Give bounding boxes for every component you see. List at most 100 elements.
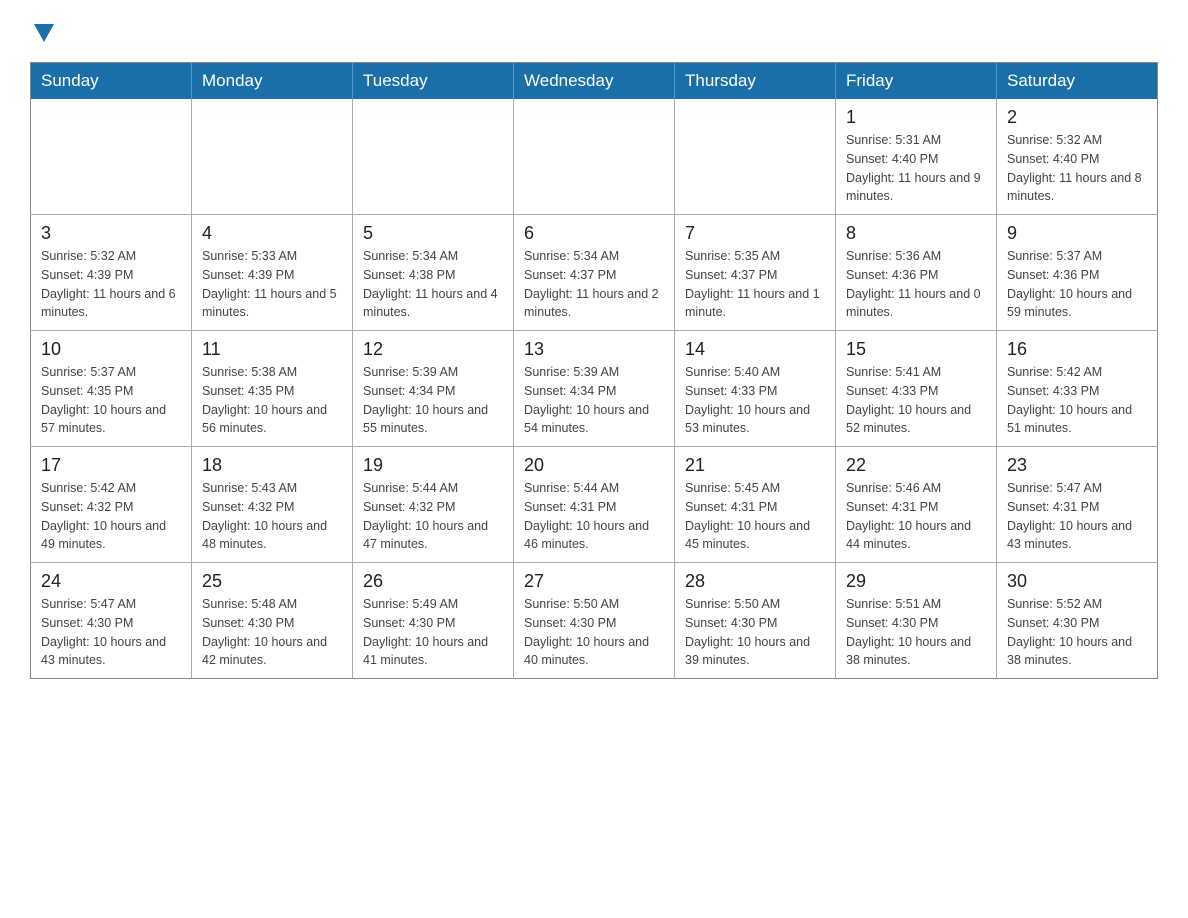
day-info: Sunrise: 5:33 AMSunset: 4:39 PMDaylight:…: [202, 247, 342, 322]
logo: [30, 20, 54, 42]
day-info: Sunrise: 5:41 AMSunset: 4:33 PMDaylight:…: [846, 363, 986, 438]
day-number: 9: [1007, 223, 1147, 244]
day-number: 5: [363, 223, 503, 244]
weekday-header-wednesday: Wednesday: [514, 63, 675, 100]
calendar-cell: 8 Sunrise: 5:36 AMSunset: 4:36 PMDaylight…: [836, 215, 997, 331]
day-info: Sunrise: 5:49 AMSunset: 4:30 PMDaylight:…: [363, 595, 503, 670]
day-info: Sunrise: 5:42 AMSunset: 4:32 PMDaylight:…: [41, 479, 181, 554]
calendar-cell: [675, 99, 836, 215]
calendar-cell: 25 Sunrise: 5:48 AMSunset: 4:30 PMDayligh…: [192, 563, 353, 679]
day-number: 17: [41, 455, 181, 476]
weekday-header-friday: Friday: [836, 63, 997, 100]
day-info: Sunrise: 5:39 AMSunset: 4:34 PMDaylight:…: [524, 363, 664, 438]
day-number: 2: [1007, 107, 1147, 128]
day-number: 6: [524, 223, 664, 244]
day-number: 4: [202, 223, 342, 244]
weekday-header-monday: Monday: [192, 63, 353, 100]
calendar-cell: 5 Sunrise: 5:34 AMSunset: 4:38 PMDaylight…: [353, 215, 514, 331]
day-number: 13: [524, 339, 664, 360]
calendar-week-row: 3 Sunrise: 5:32 AMSunset: 4:39 PMDaylight…: [31, 215, 1158, 331]
day-number: 15: [846, 339, 986, 360]
day-info: Sunrise: 5:34 AMSunset: 4:37 PMDaylight:…: [524, 247, 664, 322]
calendar-cell: 6 Sunrise: 5:34 AMSunset: 4:37 PMDaylight…: [514, 215, 675, 331]
day-info: Sunrise: 5:44 AMSunset: 4:31 PMDaylight:…: [524, 479, 664, 554]
day-number: 1: [846, 107, 986, 128]
calendar-cell: 1 Sunrise: 5:31 AMSunset: 4:40 PMDaylight…: [836, 99, 997, 215]
calendar-cell: 28 Sunrise: 5:50 AMSunset: 4:30 PMDayligh…: [675, 563, 836, 679]
day-number: 14: [685, 339, 825, 360]
weekday-header-saturday: Saturday: [997, 63, 1158, 100]
calendar-cell: 30 Sunrise: 5:52 AMSunset: 4:30 PMDayligh…: [997, 563, 1158, 679]
weekday-header-thursday: Thursday: [675, 63, 836, 100]
day-info: Sunrise: 5:44 AMSunset: 4:32 PMDaylight:…: [363, 479, 503, 554]
day-info: Sunrise: 5:47 AMSunset: 4:30 PMDaylight:…: [41, 595, 181, 670]
calendar-cell: 2Sunrise: 5:32 AMSunset: 4:40 PMDaylight…: [997, 99, 1158, 215]
calendar-cell: 9Sunrise: 5:37 AMSunset: 4:36 PMDaylight…: [997, 215, 1158, 331]
calendar-cell: [353, 99, 514, 215]
day-number: 23: [1007, 455, 1147, 476]
calendar-cell: 11Sunrise: 5:38 AMSunset: 4:35 PMDayligh…: [192, 331, 353, 447]
day-number: 18: [202, 455, 342, 476]
day-number: 11: [202, 339, 342, 360]
day-info: Sunrise: 5:52 AMSunset: 4:30 PMDaylight:…: [1007, 595, 1147, 670]
calendar-cell: 27Sunrise: 5:50 AMSunset: 4:30 PMDayligh…: [514, 563, 675, 679]
logo-triangle-icon: [34, 24, 54, 42]
day-number: 3: [41, 223, 181, 244]
weekday-header-row: SundayMondayTuesdayWednesdayThursdayFrid…: [31, 63, 1158, 100]
day-info: Sunrise: 5:46 AMSunset: 4:31 PMDaylight:…: [846, 479, 986, 554]
day-number: 12: [363, 339, 503, 360]
day-info: Sunrise: 5:48 AMSunset: 4:30 PMDaylight:…: [202, 595, 342, 670]
calendar-cell: 4 Sunrise: 5:33 AMSunset: 4:39 PMDaylight…: [192, 215, 353, 331]
calendar-cell: 21 Sunrise: 5:45 AMSunset: 4:31 PMDayligh…: [675, 447, 836, 563]
day-number: 27: [524, 571, 664, 592]
day-info: Sunrise: 5:39 AMSunset: 4:34 PMDaylight:…: [363, 363, 503, 438]
calendar-cell: 18 Sunrise: 5:43 AMSunset: 4:32 PMDayligh…: [192, 447, 353, 563]
calendar-cell: 12 Sunrise: 5:39 AMSunset: 4:34 PMDayligh…: [353, 331, 514, 447]
day-number: 21: [685, 455, 825, 476]
day-number: 22: [846, 455, 986, 476]
day-number: 24: [41, 571, 181, 592]
day-number: 20: [524, 455, 664, 476]
day-number: 28: [685, 571, 825, 592]
calendar-cell: 15 Sunrise: 5:41 AMSunset: 4:33 PMDayligh…: [836, 331, 997, 447]
day-number: 26: [363, 571, 503, 592]
calendar-cell: 23 Sunrise: 5:47 AMSunset: 4:31 PMDayligh…: [997, 447, 1158, 563]
calendar-cell: 29Sunrise: 5:51 AMSunset: 4:30 PMDayligh…: [836, 563, 997, 679]
calendar-week-row: 17 Sunrise: 5:42 AMSunset: 4:32 PMDayligh…: [31, 447, 1158, 563]
calendar-table: SundayMondayTuesdayWednesdayThursdayFrid…: [30, 62, 1158, 679]
day-info: Sunrise: 5:35 AMSunset: 4:37 PMDaylight:…: [685, 247, 825, 322]
calendar-cell: 20 Sunrise: 5:44 AMSunset: 4:31 PMDayligh…: [514, 447, 675, 563]
calendar-cell: 10 Sunrise: 5:37 AMSunset: 4:35 PMDayligh…: [31, 331, 192, 447]
weekday-header-tuesday: Tuesday: [353, 63, 514, 100]
weekday-header-sunday: Sunday: [31, 63, 192, 100]
calendar-week-row: 24 Sunrise: 5:47 AMSunset: 4:30 PMDayligh…: [31, 563, 1158, 679]
day-info: Sunrise: 5:40 AMSunset: 4:33 PMDaylight:…: [685, 363, 825, 438]
day-info: Sunrise: 5:36 AMSunset: 4:36 PMDaylight:…: [846, 247, 986, 322]
calendar-cell: [31, 99, 192, 215]
day-info: Sunrise: 5:45 AMSunset: 4:31 PMDaylight:…: [685, 479, 825, 554]
day-info: Sunrise: 5:43 AMSunset: 4:32 PMDaylight:…: [202, 479, 342, 554]
day-number: 16: [1007, 339, 1147, 360]
day-number: 30: [1007, 571, 1147, 592]
calendar-cell: 22 Sunrise: 5:46 AMSunset: 4:31 PMDayligh…: [836, 447, 997, 563]
day-number: 19: [363, 455, 503, 476]
day-info: Sunrise: 5:34 AMSunset: 4:38 PMDaylight:…: [363, 247, 503, 322]
day-info: Sunrise: 5:50 AMSunset: 4:30 PMDaylight:…: [685, 595, 825, 670]
day-number: 10: [41, 339, 181, 360]
day-number: 7: [685, 223, 825, 244]
calendar-cell: 14 Sunrise: 5:40 AMSunset: 4:33 PMDayligh…: [675, 331, 836, 447]
day-info: Sunrise: 5:51 AMSunset: 4:30 PMDaylight:…: [846, 595, 986, 670]
day-info: Sunrise: 5:32 AMSunset: 4:39 PMDaylight:…: [41, 247, 181, 322]
day-number: 25: [202, 571, 342, 592]
calendar-cell: 24 Sunrise: 5:47 AMSunset: 4:30 PMDayligh…: [31, 563, 192, 679]
day-info: Sunrise: 5:42 AMSunset: 4:33 PMDaylight:…: [1007, 363, 1147, 438]
day-info: Sunrise: 5:37 AMSunset: 4:35 PMDaylight:…: [41, 363, 181, 438]
calendar-cell: [514, 99, 675, 215]
day-info: Sunrise: 5:31 AMSunset: 4:40 PMDaylight:…: [846, 131, 986, 206]
calendar-cell: 7 Sunrise: 5:35 AMSunset: 4:37 PMDaylight…: [675, 215, 836, 331]
calendar-week-row: 1 Sunrise: 5:31 AMSunset: 4:40 PMDaylight…: [31, 99, 1158, 215]
day-number: 8: [846, 223, 986, 244]
calendar-cell: 19 Sunrise: 5:44 AMSunset: 4:32 PMDayligh…: [353, 447, 514, 563]
day-info: Sunrise: 5:47 AMSunset: 4:31 PMDaylight:…: [1007, 479, 1147, 554]
calendar-week-row: 10 Sunrise: 5:37 AMSunset: 4:35 PMDayligh…: [31, 331, 1158, 447]
